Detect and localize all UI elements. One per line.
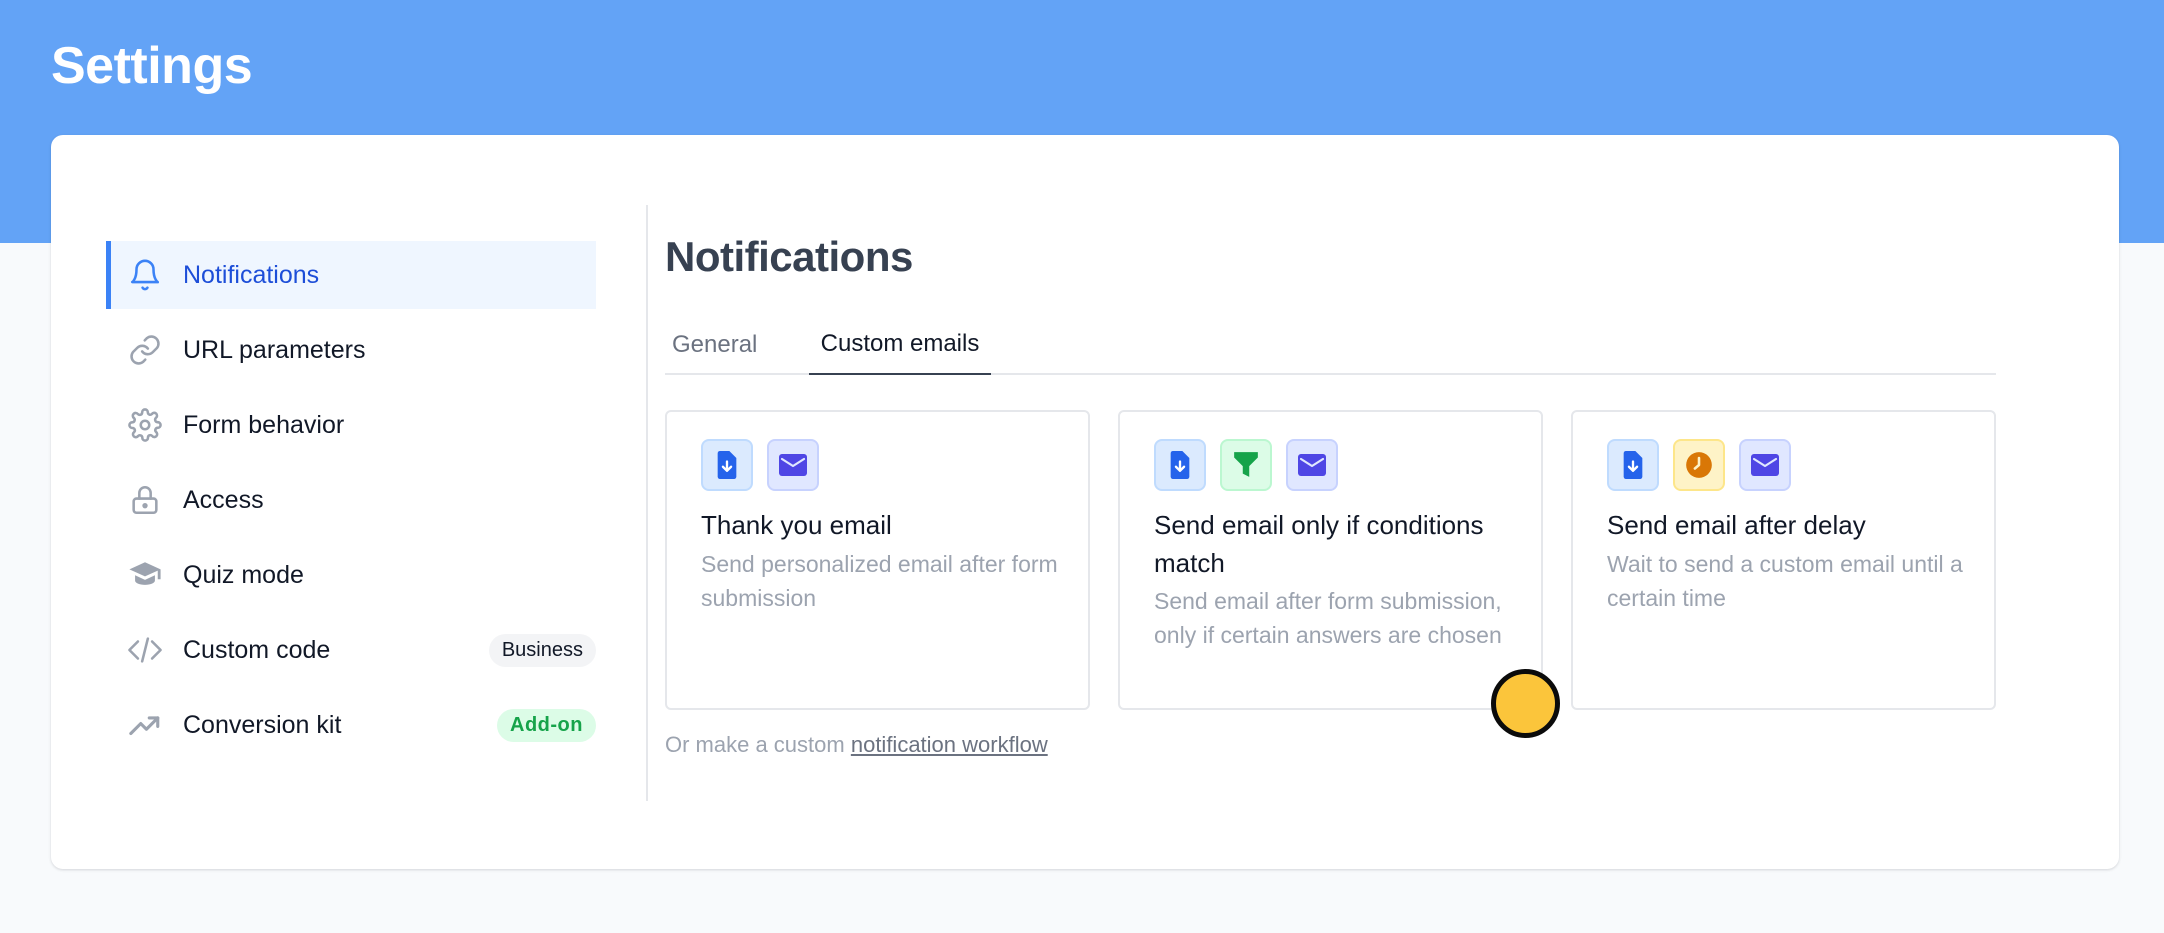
thank-you-email-option[interactable]: Thank you email Send personalized email …: [665, 410, 1090, 710]
sidebar-item-label: Custom code: [183, 635, 331, 664]
mail-icon: [1739, 439, 1791, 491]
bell-icon: [126, 256, 164, 294]
page-title: Settings: [51, 37, 253, 95]
notification-workflow-link[interactable]: notification workflow: [851, 732, 1048, 757]
file-download-icon: [701, 439, 753, 491]
delayed-email-option[interactable]: Send email after delay Wait to send a cu…: [1571, 410, 1996, 710]
conditional-email-option[interactable]: Send email only if conditions match Send…: [1118, 410, 1543, 710]
option-description: Send email after form submission, only i…: [1154, 588, 1502, 648]
tab-bar: General Custom emails: [665, 315, 1996, 375]
add-on-badge: Add-on: [497, 708, 596, 742]
business-badge: Business: [488, 633, 596, 667]
mail-icon: [1286, 439, 1338, 491]
link-icon: [126, 331, 164, 369]
sidebar-item-custom-code[interactable]: Custom code Business: [106, 616, 596, 684]
clock-icon: [1673, 439, 1725, 491]
option-title: Send email only if conditions match: [1154, 510, 1484, 578]
filter-icon: [1220, 439, 1272, 491]
option-title: Send email after delay: [1607, 510, 1866, 540]
sidebar-item-label: Notifications: [183, 260, 320, 289]
sidebar-item-access[interactable]: Access: [106, 466, 596, 534]
sidebar-item-label: Conversion kit: [183, 710, 342, 739]
section-title: Notifications: [665, 233, 913, 280]
mail-icon: [767, 439, 819, 491]
sidebar-item-quiz-mode[interactable]: Quiz mode: [106, 541, 596, 609]
footnote-text: Or make a custom: [665, 732, 851, 757]
lock-icon: [126, 481, 164, 519]
option-description: Send personalized email after form submi…: [701, 551, 1058, 611]
sidebar-item-label: URL parameters: [183, 335, 366, 364]
settings-sidebar: Notifications URL parameters Form behavi…: [106, 205, 648, 801]
graduation-cap-icon: [126, 556, 164, 594]
tab-custom-emails[interactable]: Custom emails: [809, 315, 991, 375]
cursor-indicator: [1491, 669, 1560, 738]
sidebar-item-label: Access: [183, 485, 264, 514]
sidebar-item-notifications[interactable]: Notifications: [106, 241, 596, 309]
sidebar-item-form-behavior[interactable]: Form behavior: [106, 391, 596, 459]
settings-card: Notifications URL parameters Form behavi…: [51, 135, 2119, 869]
sidebar-item-label: Quiz mode: [183, 560, 304, 589]
gear-icon: [126, 406, 164, 444]
file-download-icon: [1154, 439, 1206, 491]
tab-general[interactable]: General: [672, 315, 757, 375]
sidebar-item-label: Form behavior: [183, 410, 345, 439]
option-description: Wait to send a custom email until a cert…: [1607, 551, 1963, 611]
sidebar-item-conversion-kit[interactable]: Conversion kit Add-on: [106, 691, 596, 759]
code-icon: [126, 631, 164, 669]
option-title: Thank you email: [701, 510, 892, 540]
sidebar-item-url-parameters[interactable]: URL parameters: [106, 316, 596, 384]
file-download-icon: [1607, 439, 1659, 491]
trending-up-icon: [126, 706, 164, 744]
workflow-footnote: Or make a custom notification workflow: [665, 732, 1048, 758]
